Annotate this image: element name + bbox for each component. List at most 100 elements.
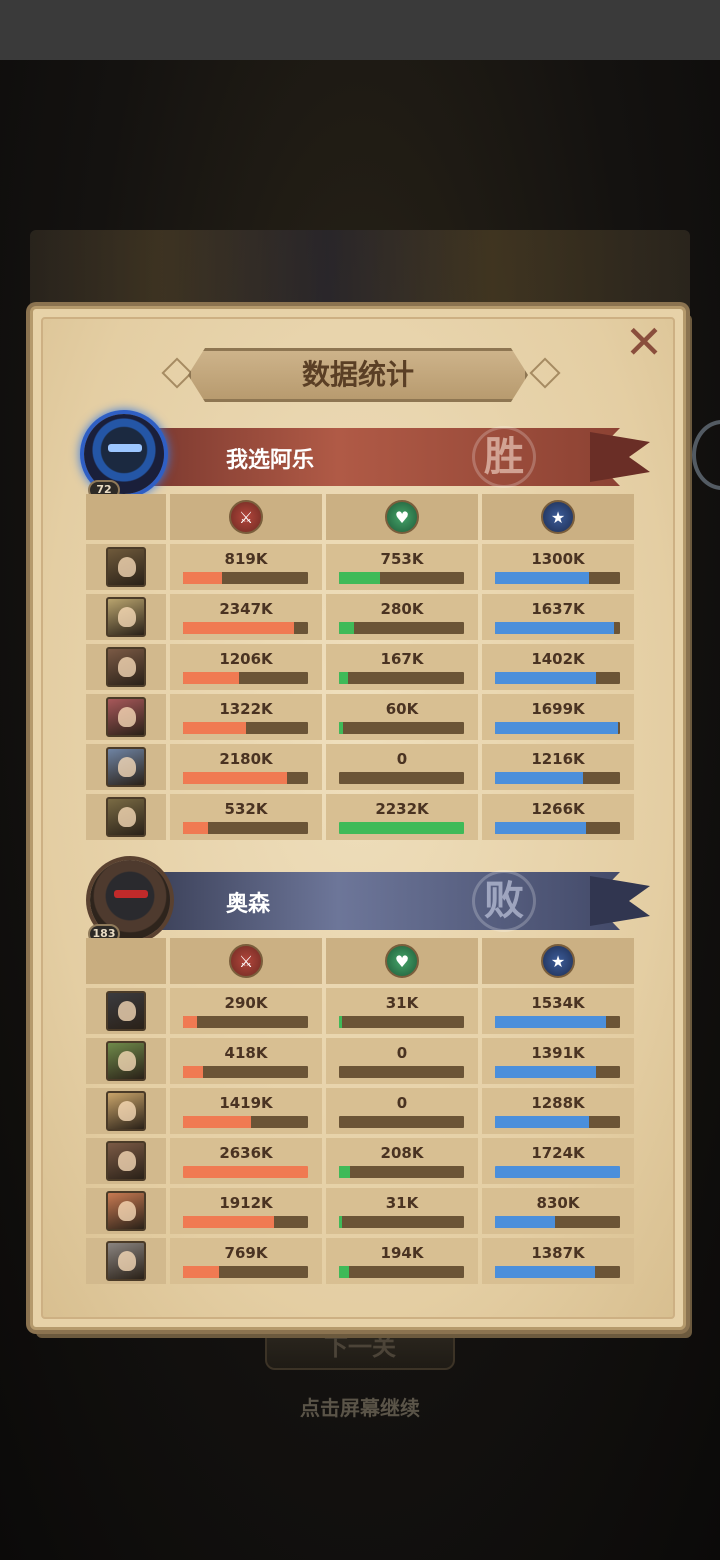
damage-stat-cell: 819K <box>170 544 322 590</box>
hero-portrait-icon[interactable] <box>106 1091 146 1131</box>
sword-icon: ⚔ <box>229 500 263 534</box>
hero-portrait-icon[interactable] <box>106 1191 146 1231</box>
tank-value: 1266K <box>531 800 585 818</box>
hero-stat-row: 2347K 280K 1637K <box>86 594 634 640</box>
heal-value: 0 <box>396 750 408 768</box>
heal-bar-fill <box>339 722 343 734</box>
heal-stat-cell: 753K <box>326 544 478 590</box>
heal-bar <box>339 1266 464 1278</box>
player-name: 我选阿乐 <box>226 448 315 473</box>
hero-cell <box>86 744 166 790</box>
hero-stat-row: 819K 753K 1300K <box>86 544 634 590</box>
damage-value: 1322K <box>219 700 273 718</box>
hero-portrait-icon[interactable] <box>106 991 146 1031</box>
hero-stat-row: 532K 2232K 1266K <box>86 794 634 840</box>
tank-bar <box>495 1116 620 1128</box>
team-banner-winner: 我选阿乐 胜 <box>150 426 650 488</box>
tank-stat-cell: 1699K <box>482 694 634 740</box>
tank-value: 1288K <box>531 1094 585 1112</box>
heart-plus-icon: ♥ <box>385 500 419 534</box>
damage-bar-fill <box>183 672 240 684</box>
tank-bar-fill <box>495 772 583 784</box>
tank-bar <box>495 772 620 784</box>
hero-portrait-icon[interactable] <box>106 597 146 637</box>
tank-bar <box>495 672 620 684</box>
heal-bar-fill <box>339 672 348 684</box>
tank-bar-fill <box>495 1116 589 1128</box>
tank-stat-cell: 1402K <box>482 644 634 690</box>
tank-bar-fill <box>495 572 589 584</box>
tank-bar-fill <box>495 672 597 684</box>
heal-stat-cell: 167K <box>326 644 478 690</box>
damage-bar-fill <box>183 1066 203 1078</box>
header-hero-cell <box>86 494 166 540</box>
tank-bar <box>495 1066 620 1078</box>
tank-bar-fill <box>495 822 587 834</box>
tank-stat-cell: 1637K <box>482 594 634 640</box>
damage-stat-cell: 1912K <box>170 1188 322 1234</box>
opponent-name: 奥森 <box>226 892 271 917</box>
tank-bar <box>495 1266 620 1278</box>
heal-stat-cell: 31K <box>326 1188 478 1234</box>
damage-value: 2636K <box>219 1144 273 1162</box>
hero-rows: 290K 31K 1534K 418K 0 1391K 1419K 0 1288K 2636K 20… <box>86 988 634 1284</box>
damage-stat-cell: 1322K <box>170 694 322 740</box>
tank-stat-cell: 1724K <box>482 1138 634 1184</box>
heal-bar <box>339 622 464 634</box>
damage-stat-cell: 532K <box>170 794 322 840</box>
heal-stat-cell: 0 <box>326 1088 478 1134</box>
damage-value: 1912K <box>219 1194 273 1212</box>
team-banner-loser: 奥森 败 <box>150 870 650 932</box>
damage-stat-cell: 1419K <box>170 1088 322 1134</box>
hero-portrait-icon[interactable] <box>106 647 146 687</box>
banner-tail <box>590 432 650 482</box>
hero-portrait-icon[interactable] <box>106 697 146 737</box>
damage-bar-fill <box>183 1216 275 1228</box>
hero-portrait-icon[interactable] <box>106 547 146 587</box>
hero-rows: 819K 753K 1300K 2347K 280K 1637K 1206K 167K 1402… <box>86 544 634 840</box>
tank-stat-cell: 1216K <box>482 744 634 790</box>
heal-bar-fill <box>339 622 354 634</box>
damage-bar <box>183 1216 308 1228</box>
hero-portrait-icon[interactable] <box>106 1241 146 1281</box>
hero-portrait-icon[interactable] <box>106 1041 146 1081</box>
defeat-seal: 败 <box>472 870 536 932</box>
damage-value: 769K <box>224 1244 268 1262</box>
stats-header-row: ⚔ ♥ ★ <box>86 938 634 984</box>
hero-portrait-icon[interactable] <box>106 797 146 837</box>
tank-bar <box>495 1016 620 1028</box>
avatar-visor-icon <box>108 444 142 452</box>
system-status-bar <box>0 0 720 60</box>
tank-stat-cell: 1391K <box>482 1038 634 1084</box>
damage-bar-fill <box>183 1166 308 1178</box>
damage-bar-fill <box>183 772 287 784</box>
tank-value: 1637K <box>531 600 585 618</box>
hero-portrait-icon[interactable] <box>106 1141 146 1181</box>
hero-cell <box>86 1088 166 1134</box>
tank-bar-fill <box>495 1166 620 1178</box>
tank-stat-cell: 1266K <box>482 794 634 840</box>
damage-bar-fill <box>183 1116 251 1128</box>
heart-plus-icon: ♥ <box>385 944 419 978</box>
heal-bar-fill <box>339 1166 351 1178</box>
heal-bar <box>339 1016 464 1028</box>
hero-portrait-icon[interactable] <box>106 747 146 787</box>
close-icon[interactable]: ✕ <box>622 319 666 366</box>
damage-bar-fill <box>183 572 222 584</box>
tank-stat-cell: 1300K <box>482 544 634 590</box>
damage-bar <box>183 1266 308 1278</box>
damage-value: 290K <box>224 994 268 1012</box>
tank-bar <box>495 1216 620 1228</box>
heal-bar-fill <box>339 1016 342 1028</box>
tank-value: 1216K <box>531 750 585 768</box>
heal-bar <box>339 772 464 784</box>
damage-stat-cell: 1206K <box>170 644 322 690</box>
hero-cell <box>86 694 166 740</box>
damage-bar <box>183 1016 308 1028</box>
tank-bar <box>495 1166 620 1178</box>
heal-bar <box>339 822 464 834</box>
damage-value: 418K <box>224 1044 268 1062</box>
damage-value: 532K <box>224 800 268 818</box>
tap-to-continue-hint[interactable]: 点击屏幕继续 <box>0 1392 720 1421</box>
damage-value: 2347K <box>219 600 273 618</box>
